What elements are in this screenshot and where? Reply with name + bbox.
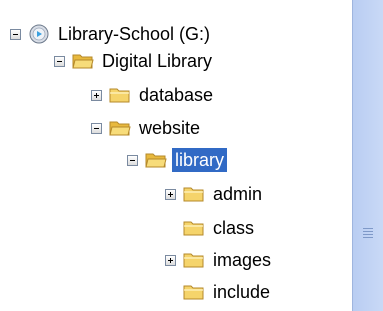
collapse-toggle[interactable] — [10, 28, 21, 40]
expand-toggle[interactable] — [165, 188, 176, 200]
tree-item-website[interactable]: website — [91, 114, 203, 142]
scrollbar-grip-icon[interactable] — [363, 228, 373, 240]
folder-icon — [183, 253, 204, 268]
folder-icon — [109, 88, 130, 103]
folder-tree: Library-School (G:) Digital Library data… — [0, 0, 352, 311]
vertical-scrollbar[interactable] — [352, 0, 383, 311]
tree-item-label: library — [172, 148, 228, 172]
folder-icon — [183, 221, 204, 236]
tree-item-label: images — [213, 250, 272, 270]
collapse-toggle[interactable] — [91, 122, 102, 134]
tree-item-digital-library[interactable]: Digital Library — [54, 47, 215, 75]
collapse-toggle[interactable] — [127, 154, 138, 166]
tree-item-label: website — [139, 118, 201, 138]
tree-item-label: database — [139, 85, 214, 105]
drive-icon — [29, 24, 49, 44]
expand-toggle[interactable] — [165, 254, 176, 266]
tree-item-label: admin — [213, 184, 263, 204]
tree-item-label: class — [213, 218, 255, 238]
tree-item-label: Digital Library — [102, 51, 213, 71]
folder-open-icon — [72, 54, 94, 69]
expand-toggle[interactable] — [91, 89, 102, 101]
tree-item-label: include — [213, 282, 271, 302]
folder-tree-window: Library-School (G:) Digital Library data… — [0, 0, 383, 311]
folder-icon — [183, 285, 204, 300]
tree-item-images[interactable]: images — [165, 246, 274, 274]
folder-icon — [183, 187, 204, 202]
folder-open-icon — [109, 121, 131, 136]
folder-open-icon — [145, 153, 167, 168]
tree-item-database[interactable]: database — [91, 81, 216, 109]
tree-item-label: Library-School (G:) — [58, 24, 211, 44]
tree-item-library[interactable]: library — [127, 146, 228, 174]
tree-item-class[interactable]: class — [165, 214, 257, 242]
tree-item-library-school-drive[interactable]: Library-School (G:) — [10, 20, 213, 48]
tree-item-include[interactable]: include — [165, 278, 273, 306]
collapse-toggle[interactable] — [54, 55, 65, 67]
tree-item-admin[interactable]: admin — [165, 180, 265, 208]
